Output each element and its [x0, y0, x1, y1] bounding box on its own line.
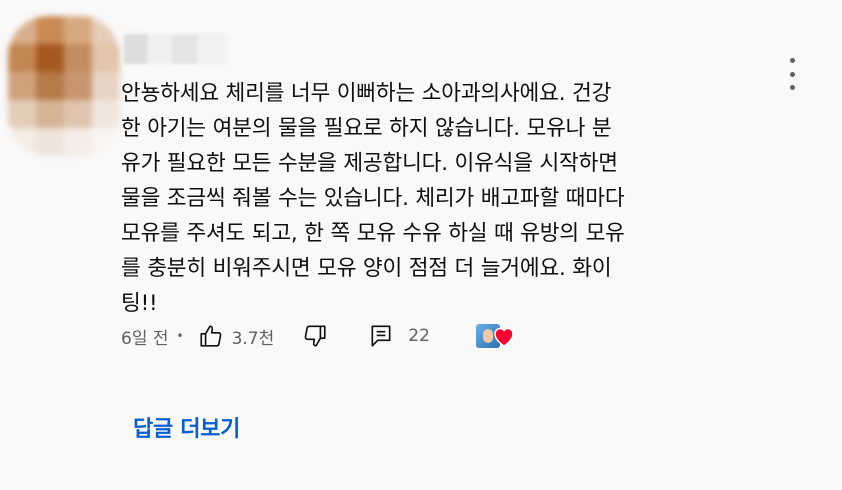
author-name-blurred[interactable]	[124, 34, 228, 64]
thumb-up-icon	[200, 325, 221, 347]
reply-count: 22	[408, 326, 430, 346]
more-actions-button[interactable]	[782, 56, 802, 92]
more-vert-icon	[789, 58, 795, 63]
thumb-down-icon	[304, 325, 326, 347]
like-button[interactable]	[198, 323, 224, 349]
more-vert-icon-dot	[789, 85, 795, 90]
separator-dot: •	[176, 329, 184, 343]
dislike-button[interactable]	[302, 323, 328, 349]
comment-text: 안뇽하세요 체리를 너무 이뻐하는 소아과의사에요. 건강 한 아기는 여분의 …	[121, 81, 625, 316]
more-vert-icon-dot	[789, 71, 795, 77]
comment-icon	[371, 325, 391, 347]
creator-heart-badge	[475, 322, 518, 350]
published-time[interactable]: 6일 전	[121, 324, 169, 349]
reply-button[interactable]	[368, 323, 394, 349]
comment-action-toolbar: 6일 전 • 3.7천 22	[121, 318, 518, 354]
like-count: 3.7천	[231, 328, 275, 349]
author-avatar-blurred[interactable]	[8, 16, 120, 156]
view-more-replies-button[interactable]: 답글 더보기	[133, 411, 240, 443]
heart-icon	[494, 327, 514, 347]
